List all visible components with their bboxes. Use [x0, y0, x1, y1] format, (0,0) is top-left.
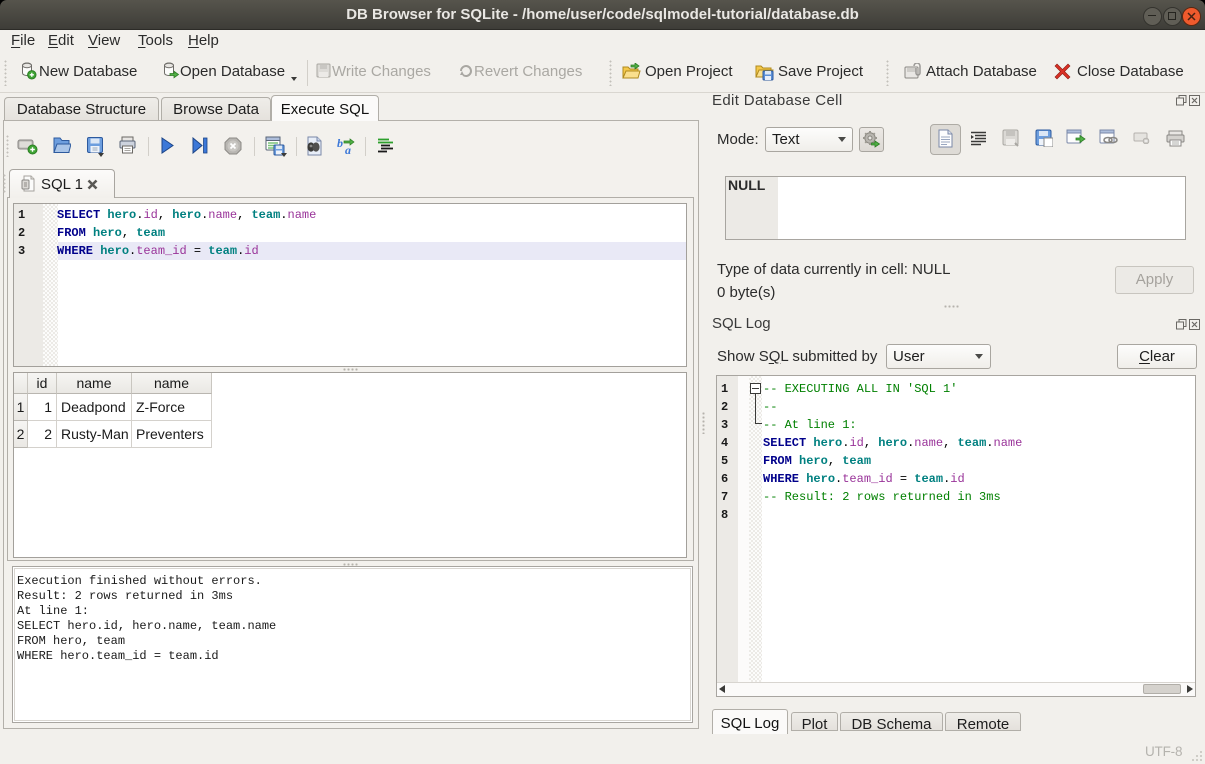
svg-text:b: b — [337, 137, 343, 150]
